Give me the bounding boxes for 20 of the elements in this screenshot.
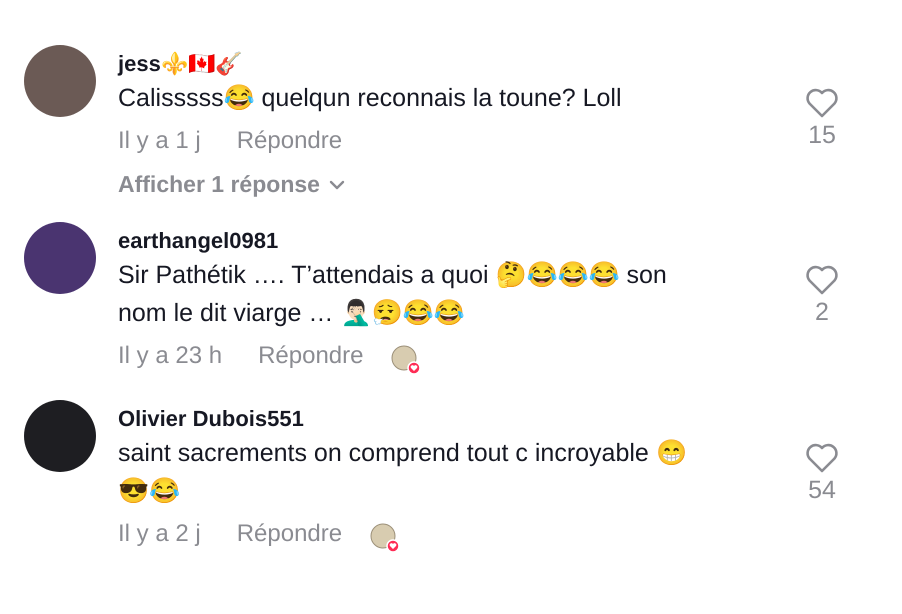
comment-author[interactable]: jess⚜🇨🇦🎸 [118, 51, 792, 77]
reply-link[interactable]: Répondre [258, 342, 364, 370]
comment-time: Il y a 23 h [118, 342, 222, 370]
comment-author[interactable]: Olivier Dubois551 [118, 406, 792, 432]
heart-icon[interactable] [805, 87, 839, 119]
show-replies-link[interactable]: Afficher 1 réponse [118, 171, 346, 198]
like-count: 15 [808, 121, 836, 150]
reply-link[interactable]: Répondre [236, 520, 342, 548]
comment-author[interactable]: earthangel0981 [118, 228, 792, 254]
like-count: 54 [808, 476, 836, 505]
comment-time: Il y a 2 j [118, 520, 201, 548]
heart-icon[interactable] [805, 442, 839, 474]
comment-text: Sir Pathétik …. T’attendais a quoi 🤔😂😂😂 son nom le dit viarge … 🤦🏻‍♂😮‍💨😂😂 [118, 260, 668, 329]
like-count: 2 [815, 298, 829, 327]
reply-link[interactable]: Répondre [236, 127, 342, 155]
heart-icon[interactable] [805, 264, 839, 296]
chevron-down-icon[interactable] [328, 178, 346, 190]
comment-text: saint sacrements on comprend tout c incroyable 😁 😎😂 [118, 438, 688, 507]
comment-time: Il y a 1 j [118, 127, 201, 155]
comment-text: Calisssss😂 quelqun reconnais la toune? Loll [118, 83, 623, 114]
